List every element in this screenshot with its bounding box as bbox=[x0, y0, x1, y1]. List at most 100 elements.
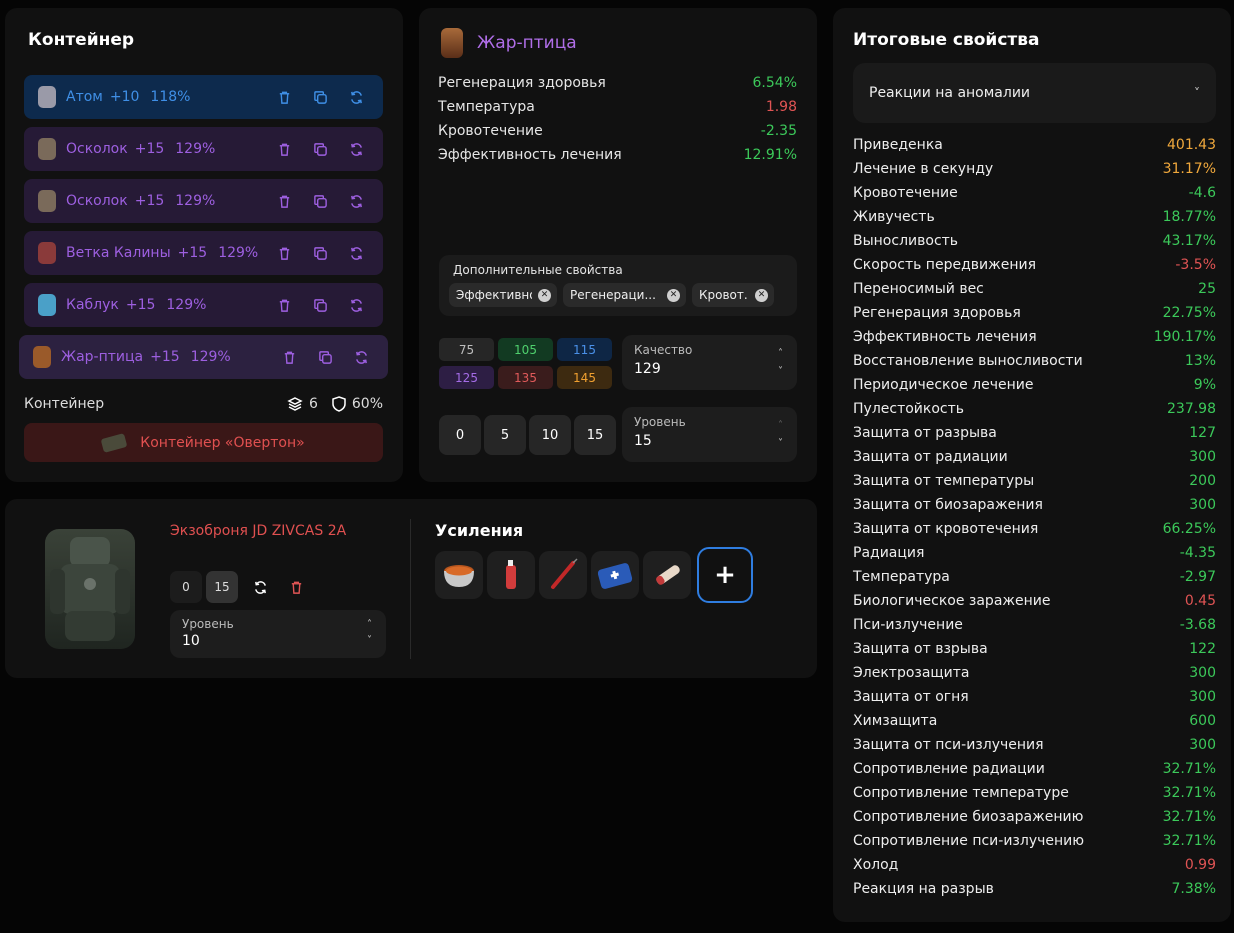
copy-icon[interactable] bbox=[310, 243, 330, 263]
artifact-row-percent: 129% bbox=[175, 193, 216, 209]
copy-icon[interactable] bbox=[315, 347, 335, 367]
quality-preset-button[interactable]: 135 bbox=[498, 366, 553, 389]
property-label: Эффективность лечения bbox=[438, 147, 622, 163]
armor-panel: Экзоброня JD ZIVCAS 2A 0 15 Уровень 10 ˄… bbox=[5, 499, 817, 678]
chevron-down-icon[interactable]: ˅ bbox=[778, 367, 783, 377]
level-preset-button[interactable]: 10 bbox=[529, 415, 571, 455]
summary-row-value: -3.68 bbox=[1179, 617, 1216, 633]
artifact-row-actions bbox=[274, 139, 366, 159]
summary-title: Итоговые свойства bbox=[853, 30, 1040, 50]
refresh-icon[interactable] bbox=[346, 139, 366, 159]
summary-row-value: -4.6 bbox=[1188, 185, 1216, 201]
refresh-icon[interactable] bbox=[346, 87, 366, 107]
quality-preset-button[interactable]: 115 bbox=[557, 338, 612, 361]
summary-row: Биологическое заражение 0.45 bbox=[853, 593, 1216, 617]
close-icon[interactable]: ✕ bbox=[538, 288, 551, 302]
armor-name: Экзоброня JD ZIVCAS 2A bbox=[170, 523, 347, 539]
chevron-down-icon: ˅ bbox=[1194, 86, 1200, 100]
quality-preset-button[interactable]: 145 bbox=[557, 366, 612, 389]
artifact-row-name: Жар-птица bbox=[61, 349, 144, 365]
summary-row-value: 18.77% bbox=[1162, 209, 1216, 225]
summary-row-value: 190.17% bbox=[1153, 329, 1216, 345]
property-label: Регенерация здоровья bbox=[438, 75, 606, 91]
trash-icon[interactable] bbox=[286, 577, 306, 597]
summary-row-label: Химзащита bbox=[853, 713, 938, 729]
quality-select[interactable]: Качество 129 ˄ ˅ bbox=[622, 335, 797, 390]
add-boost-button[interactable]: + bbox=[697, 547, 753, 603]
chevron-up-icon[interactable]: ˄ bbox=[778, 349, 783, 359]
trash-icon[interactable] bbox=[274, 87, 294, 107]
summary-row: Пси-излучение -3.68 bbox=[853, 617, 1216, 641]
level-preset-button[interactable]: 5 bbox=[484, 415, 526, 455]
bandage-icon[interactable] bbox=[643, 551, 691, 599]
artifact-row[interactable]: Атом +10 118% bbox=[24, 75, 383, 119]
summary-row-label: Защита от огня bbox=[853, 689, 969, 705]
property-label: Температура bbox=[438, 99, 535, 115]
summary-row: Восстановление выносливости 13% bbox=[853, 353, 1216, 377]
summary-row-label: Защита от взрыва bbox=[853, 641, 988, 657]
armor-level-value: 10 bbox=[182, 633, 200, 649]
extra-property-chip[interactable]: Регенераци... ✕ bbox=[563, 283, 686, 307]
layers-icon bbox=[287, 397, 303, 411]
summary-row-label: Выносливость bbox=[853, 233, 959, 249]
refresh-icon[interactable] bbox=[250, 577, 270, 597]
copy-icon[interactable] bbox=[310, 191, 330, 211]
summary-row-value: 32.71% bbox=[1162, 833, 1216, 849]
refresh-icon[interactable] bbox=[346, 243, 366, 263]
quality-preset-button[interactable]: 75 bbox=[439, 338, 494, 361]
artifact-row[interactable]: Ветка Калины +15 129% bbox=[24, 231, 383, 275]
artifact-row[interactable]: Каблук +15 129% bbox=[24, 283, 383, 327]
armor-level-controls: 0 15 bbox=[170, 571, 306, 603]
copy-icon[interactable] bbox=[310, 295, 330, 315]
artifact-row[interactable]: Жар-птица +15 129% bbox=[19, 335, 388, 379]
close-icon[interactable]: ✕ bbox=[667, 288, 680, 302]
trash-icon[interactable] bbox=[274, 295, 294, 315]
copy-icon[interactable] bbox=[310, 139, 330, 159]
refresh-icon[interactable] bbox=[346, 191, 366, 211]
copy-icon[interactable] bbox=[310, 87, 330, 107]
summary-row: Живучесть 18.77% bbox=[853, 209, 1216, 233]
armor-level-0-button[interactable]: 0 bbox=[170, 571, 202, 603]
level-select[interactable]: Уровень 15 ˄ ˅ bbox=[622, 407, 797, 462]
chevron-down-icon[interactable]: ˅ bbox=[367, 636, 372, 646]
close-icon[interactable]: ✕ bbox=[755, 288, 768, 302]
trash-icon[interactable] bbox=[274, 139, 294, 159]
quality-preset-button[interactable]: 125 bbox=[439, 366, 494, 389]
spray-can-icon[interactable] bbox=[487, 551, 535, 599]
extra-property-chip[interactable]: Кровот... ✕ bbox=[692, 283, 774, 307]
armor-level-15-button[interactable]: 15 bbox=[206, 571, 238, 603]
extra-property-chip[interactable]: Эффективнос... ✕ bbox=[449, 283, 557, 307]
artifact-row[interactable]: Осколок +15 129% bbox=[24, 179, 383, 223]
refresh-icon[interactable] bbox=[346, 295, 366, 315]
summary-filter-select[interactable]: Реакции на аномалии ˅ bbox=[853, 63, 1216, 123]
artifact-row[interactable]: Осколок +15 129% bbox=[24, 127, 383, 171]
level-preset-button[interactable]: 15 bbox=[574, 415, 616, 455]
chevron-up-icon[interactable]: ˄ bbox=[778, 421, 783, 431]
summary-row-value: 7.38% bbox=[1171, 881, 1216, 897]
armor-level-select[interactable]: Уровень 10 ˄ ˅ bbox=[170, 610, 386, 658]
medkit-icon[interactable] bbox=[591, 551, 639, 599]
trash-icon[interactable] bbox=[274, 243, 294, 263]
summary-row-value: 13% bbox=[1184, 353, 1216, 369]
summary-row: Сопротивление температуре 32.71% bbox=[853, 785, 1216, 809]
slots-stat: 6 bbox=[287, 396, 318, 412]
trash-icon[interactable] bbox=[274, 191, 294, 211]
summary-row: Пулестойкость 237.98 bbox=[853, 401, 1216, 425]
container-select-button[interactable]: Контейнер «Овертон» bbox=[24, 423, 383, 462]
summary-row-label: Эффективность лечения bbox=[853, 329, 1037, 345]
summary-row-value: 0.45 bbox=[1184, 593, 1216, 609]
chevron-down-icon[interactable]: ˅ bbox=[778, 439, 783, 449]
quality-preset-button[interactable]: 105 bbox=[498, 338, 553, 361]
stew-pot-icon[interactable] bbox=[435, 551, 483, 599]
chevron-up-icon[interactable]: ˄ bbox=[367, 620, 372, 630]
summary-row-value: 31.17% bbox=[1162, 161, 1216, 177]
property-value: -2.35 bbox=[760, 123, 797, 139]
property-value: 6.54% bbox=[752, 75, 797, 91]
syringe-icon[interactable] bbox=[539, 551, 587, 599]
summary-row-label: Регенерация здоровья bbox=[853, 305, 1021, 321]
trash-icon[interactable] bbox=[279, 347, 299, 367]
artifact-row-actions bbox=[274, 87, 366, 107]
summary-row-label: Сопротивление температуре bbox=[853, 785, 1069, 801]
refresh-icon[interactable] bbox=[351, 347, 371, 367]
level-preset-button[interactable]: 0 bbox=[439, 415, 481, 455]
